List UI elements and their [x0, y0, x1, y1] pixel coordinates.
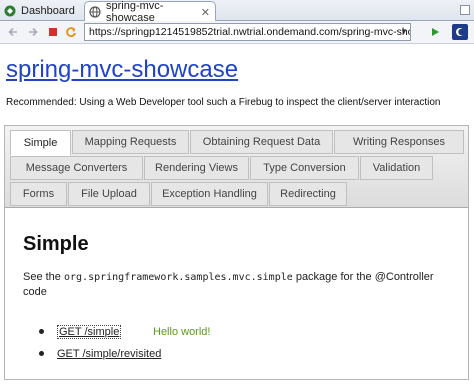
editor-tab-browser[interactable]: spring-mvc-showcase ✕ — [84, 0, 216, 24]
get-simple-link[interactable]: GET /simple — [57, 325, 122, 339]
tab-mapping-requests[interactable]: Mapping Requests — [72, 130, 189, 154]
close-icon[interactable]: ✕ — [201, 6, 210, 19]
recommendation-text: Recommended: Using a Web Developer tool … — [6, 97, 441, 108]
tab-forms[interactable]: Forms — [10, 182, 67, 206]
response-text: Hello world! — [153, 326, 211, 338]
get-simple-revisited-link[interactable]: GET /simple/revisited — [57, 348, 161, 360]
editor-tab-strip: Dashboard spring-mvc-showcase ✕ — [0, 0, 474, 24]
back-icon[interactable] — [6, 25, 20, 39]
tab-rendering-views[interactable]: Rendering Views — [144, 156, 249, 180]
tab-file-upload[interactable]: File Upload — [68, 182, 150, 206]
chevron-down-icon[interactable]: ▼ — [398, 24, 410, 40]
panel-heading: Simple — [23, 233, 89, 255]
tab-exception-handling[interactable]: Exception Handling — [151, 182, 268, 206]
web-page: spring-mvc-showcase Recommended: Using a… — [0, 45, 474, 392]
tabs-widget: Simple Mapping Requests Obtaining Reques… — [4, 125, 469, 380]
browser-toolbar: https://springp1214519852trial.nwtrial.o… — [0, 21, 474, 44]
url-input[interactable]: https://springp1214519852trial.nwtrial.o… — [84, 23, 411, 41]
url-text: https://springp1214519852trial.nwtrial.o… — [89, 26, 411, 38]
tab-redirecting[interactable]: Redirecting — [269, 182, 347, 206]
page-title-link[interactable]: spring-mvc-showcase — [6, 56, 238, 84]
editor-tab-dashboard[interactable]: Dashboard — [0, 1, 82, 21]
tab-obtaining-request-data[interactable]: Obtaining Request Data — [190, 130, 333, 154]
tab-message-converters[interactable]: Message Converters — [10, 156, 143, 180]
stop-icon[interactable] — [46, 25, 60, 39]
minimize-icon[interactable] — [460, 5, 470, 15]
tab-validation[interactable]: Validation — [360, 156, 433, 180]
forward-icon[interactable] — [26, 25, 40, 39]
refresh-icon[interactable] — [64, 25, 78, 39]
tab-writing-responses[interactable]: Writing Responses — [334, 130, 464, 154]
go-icon[interactable] — [428, 25, 442, 39]
eclipse-icon[interactable] — [452, 24, 468, 40]
tab-type-conversion[interactable]: Type Conversion — [250, 156, 359, 180]
panel-description: See the org.springframework.samples.mvc.… — [23, 270, 443, 299]
tabs-nav: Simple Mapping Requests Obtaining Reques… — [5, 126, 468, 208]
tab-simple[interactable]: Simple — [10, 130, 71, 156]
bullet-dot — [39, 329, 44, 334]
dashboard-icon — [4, 5, 16, 17]
bullet-dot — [39, 351, 44, 356]
description-prefix: See the — [23, 271, 64, 283]
package-name: org.springframework.samples.mvc.simple — [63, 272, 293, 283]
editor-tab-label: Dashboard — [21, 5, 75, 17]
globe-icon — [89, 6, 101, 18]
